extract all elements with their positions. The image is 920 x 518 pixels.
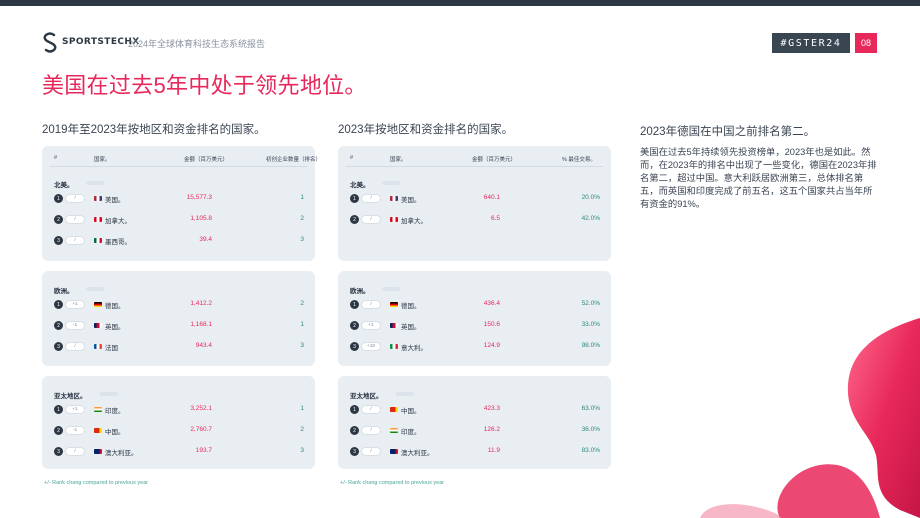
decorative-swoosh-graphic	[700, 318, 920, 518]
